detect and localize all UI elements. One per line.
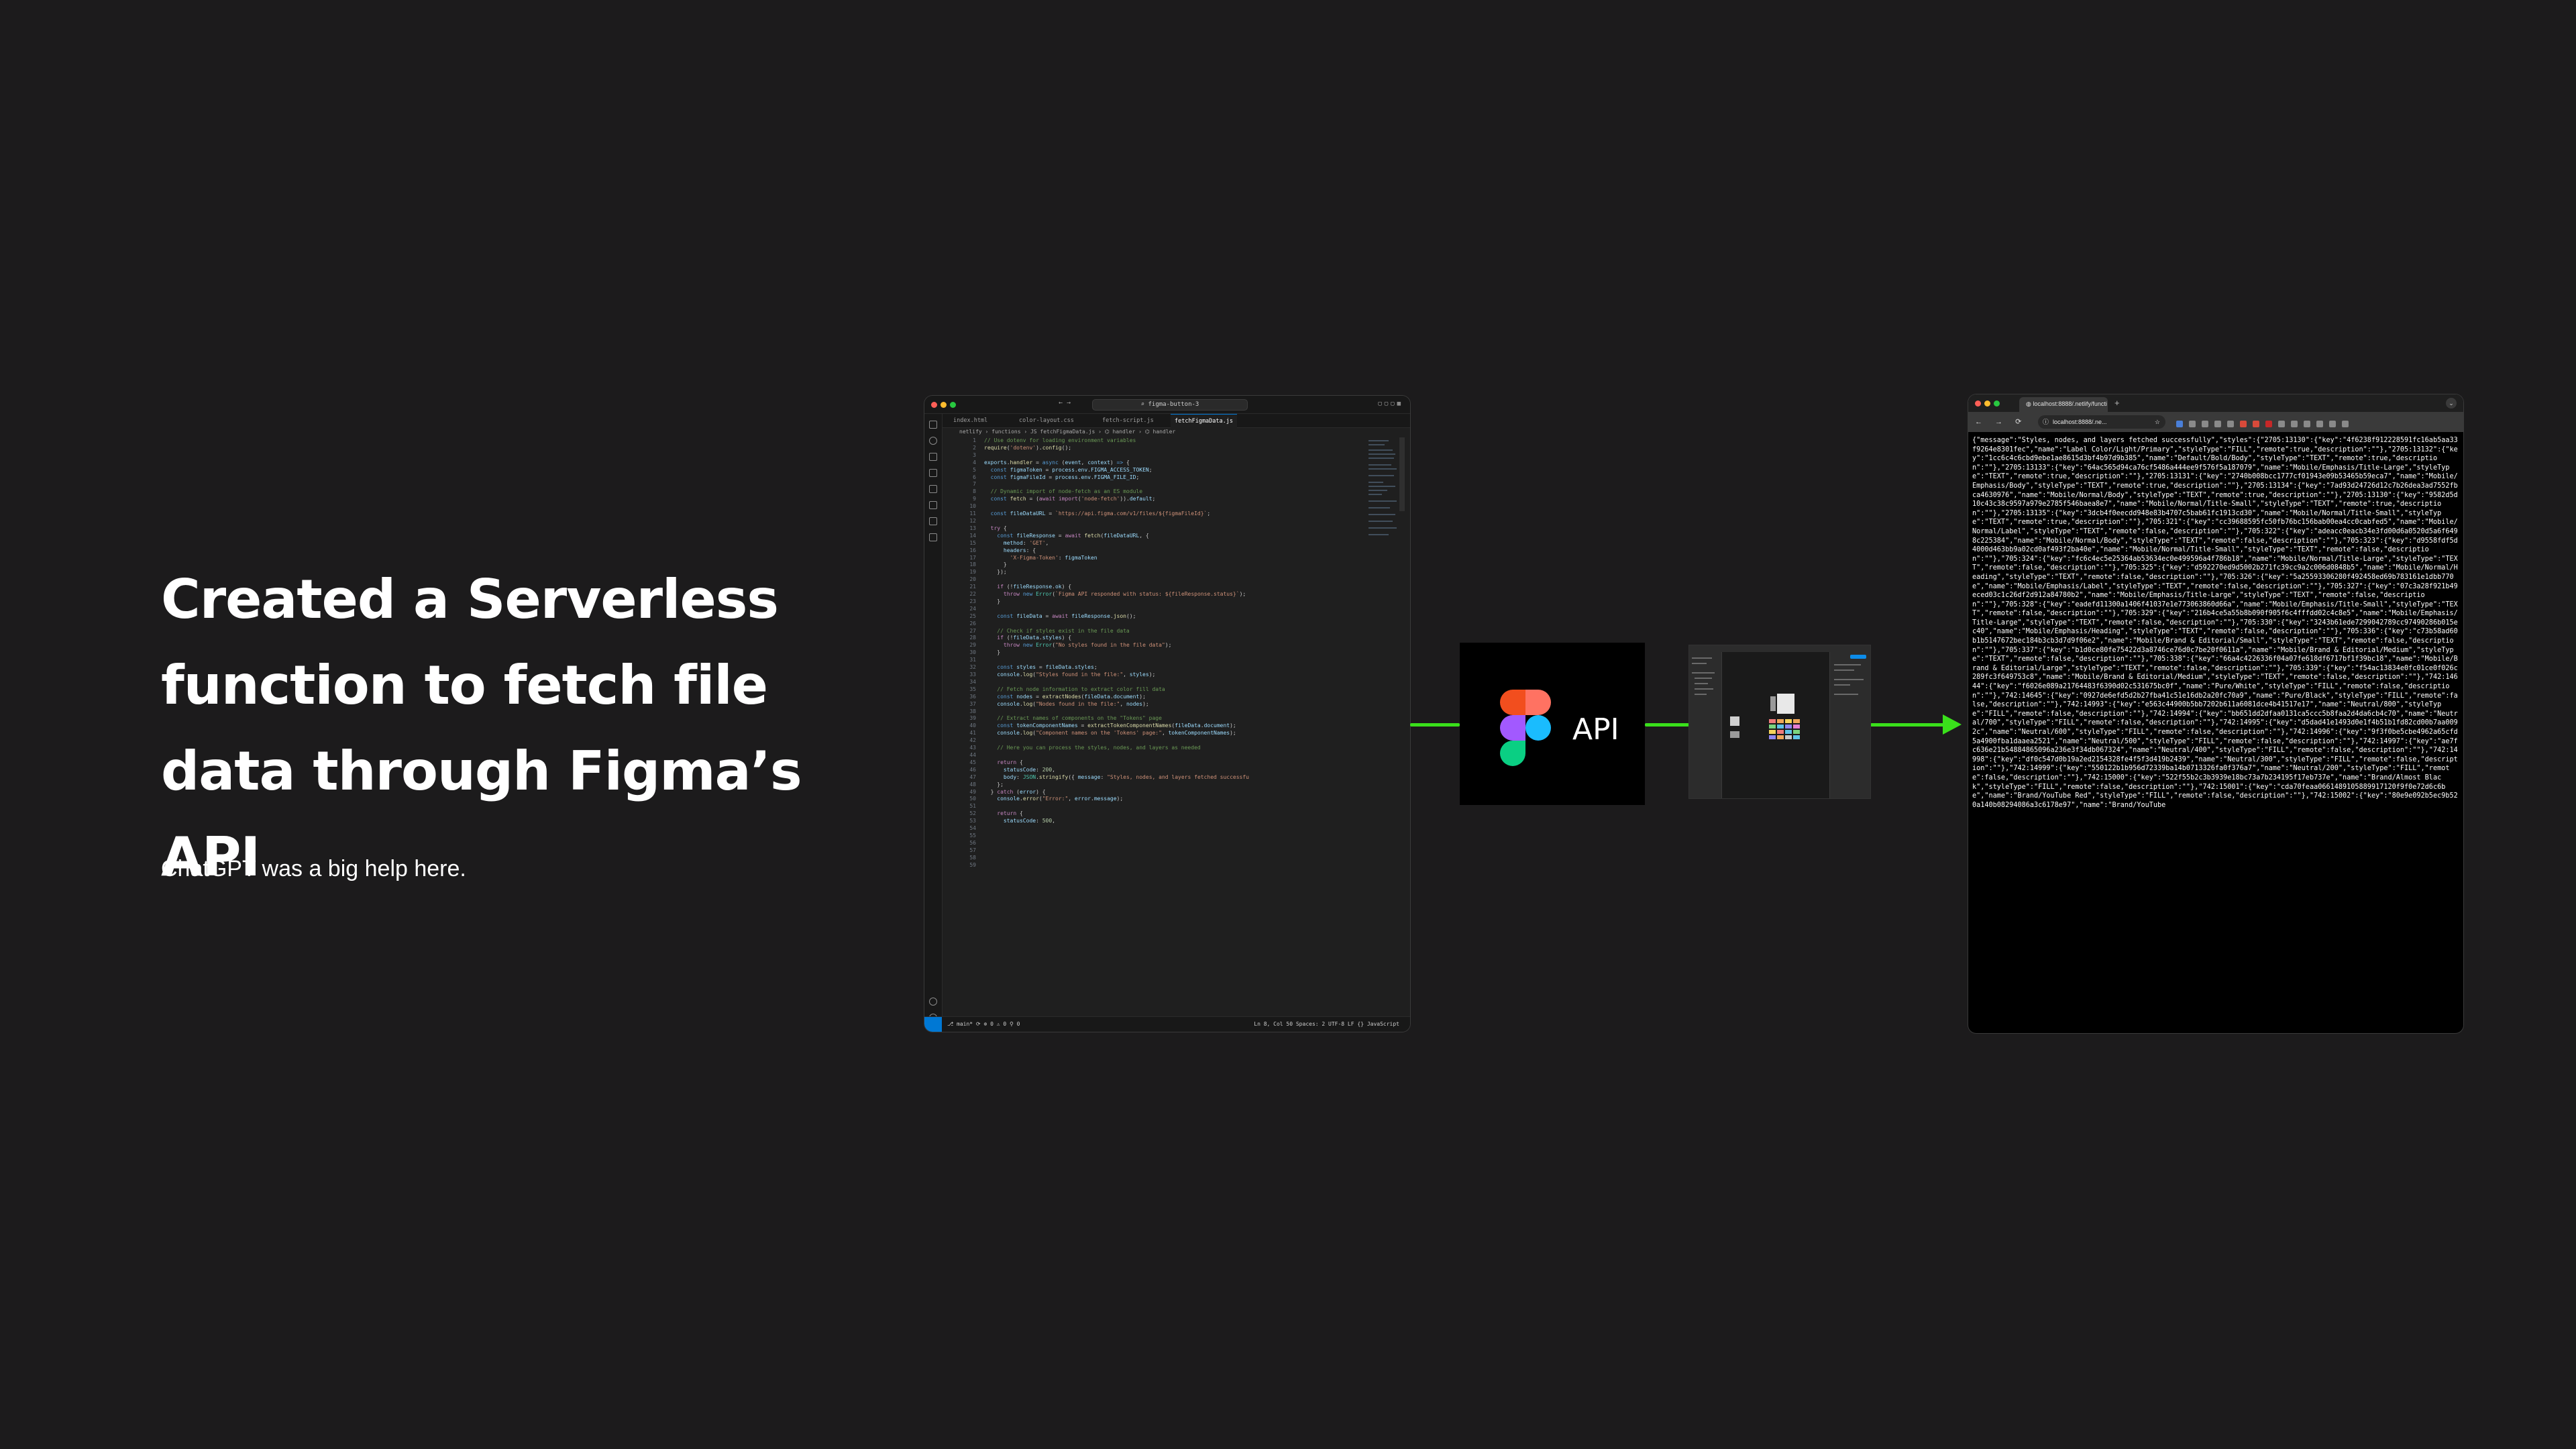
status-right: Ln 8, Col 50 Spaces: 2 UTF-8 LF {} JavaS…: [1254, 1021, 1399, 1027]
vscode-activity-bar: [924, 414, 943, 1022]
new-tab-icon: +: [2114, 398, 2120, 408]
connector-line-3: [1870, 723, 1944, 727]
account-icon: [929, 998, 937, 1006]
source-control-icon: [929, 453, 937, 461]
close-window-dot: [931, 402, 937, 408]
figma-canvas: [1722, 652, 1829, 798]
figma-file-thumbnail: [1689, 645, 1870, 798]
tab-color-layout-css: color-layout.css: [1019, 417, 1074, 424]
tab-fetch-script-js: fetch-script.js: [1102, 417, 1154, 424]
layout-toggle-icons: ▢▢▢▦: [1378, 400, 1403, 407]
vscode-status-bar: ⎇ main* ⟳ ⊗ 0 ⚠ 0 ⚲ 0 Ln 8, Col 50 Space…: [924, 1016, 1410, 1032]
browser-tab-title: localhost:8888/.netlify/functi: [2033, 400, 2107, 407]
json-response-view: {"message":"Styles, nodes, and layers fe…: [1972, 436, 2459, 1033]
run-debug-icon: [929, 469, 937, 477]
zoom-window-dot: [950, 402, 956, 408]
slide-subtitle: ChatGPT was a big help here.: [161, 856, 466, 881]
vscode-search-label: figma-button-3: [1148, 401, 1199, 408]
extension-icons: [2176, 419, 2355, 431]
chevron-down-icon: ⌄: [2446, 398, 2457, 409]
figma-properties-panel: [1829, 652, 1870, 798]
tab-index-html: index.html: [953, 417, 988, 424]
site-info-icon: ⓘ: [2043, 419, 2049, 425]
minimize-window-dot: [1984, 400, 1990, 407]
zoom-window-dot: [1994, 400, 2000, 407]
remote-explorer-icon: [929, 517, 937, 525]
globe-icon: ◍: [2026, 400, 2033, 407]
extensions-icon: [929, 485, 937, 493]
address-bar: ⓘ localhost:8888/.ne... ☆: [2038, 415, 2165, 429]
explorer-icon: [929, 421, 937, 429]
star-icon: ☆: [2154, 419, 2160, 425]
remote-indicator: [924, 1017, 942, 1032]
chat-icon: [929, 533, 937, 541]
vscode-minimap: [1366, 437, 1399, 545]
vscode-editor-tabs: index.html color-layout.css fetch-script…: [943, 414, 1410, 428]
json-response-text: {"message":"Styles, nodes, and layers fe…: [1972, 437, 2458, 809]
search-icon: [929, 437, 937, 445]
connector-line-1: [1410, 723, 1460, 727]
slide-title: Created a Serverless function to fetch f…: [161, 568, 802, 888]
vscode-command-search: ⌕ figma-button-3: [1092, 399, 1248, 411]
connector-line-2: [1645, 723, 1689, 727]
figma-layers-panel: [1689, 652, 1722, 798]
code-content: // Use dotenv for loading environment va…: [984, 437, 1249, 824]
testing-icon: [929, 501, 937, 509]
line-number-gutter: 1 2 3 4 5 6 7 8 9 10 11 12 13 14 15 16 1…: [969, 437, 976, 868]
nav-buttons-icon: ← → ⟳: [1975, 418, 2027, 426]
browser-toolbar: ← → ⟳ ⓘ localhost:8888/.ne... ☆: [1968, 412, 2463, 432]
figma-api-box: API: [1460, 643, 1645, 805]
arrow-right-icon: [1943, 714, 1962, 735]
vscode-titlebar: ← → ⌕ figma-button-3 ▢▢▢▦: [924, 396, 1410, 414]
figma-logo-icon: [1500, 690, 1551, 766]
vscode-window-screenshot: ← → ⌕ figma-button-3 ▢▢▢▦ index.html col…: [924, 396, 1410, 1032]
vscode-breadcrumb: netlify › functions › JS fetchFigmaData.…: [959, 429, 1176, 435]
vscode-scrollbar: [1399, 437, 1405, 511]
api-label: API: [1572, 712, 1619, 747]
nav-arrows-icon: ← →: [1059, 399, 1071, 407]
browser-tab-strip: ◍ localhost:8888/.netlify/functi × + ⌄: [1968, 394, 2463, 421]
address-bar-url: localhost:8888/.ne...: [2053, 419, 2107, 425]
browser-tab: ◍ localhost:8888/.netlify/functi ×: [2019, 397, 2108, 421]
browser-window-screenshot: ◍ localhost:8888/.netlify/functi × + ⌄ ←…: [1968, 394, 2463, 1033]
figma-toolbar: [1689, 645, 1870, 652]
tab-fetch-figma-data-js: fetchFigmaData.js: [1171, 414, 1237, 428]
minimize-window-dot: [941, 402, 947, 408]
close-window-dot: [1975, 400, 1981, 407]
vscode-code-editor: 1 2 3 4 5 6 7 8 9 10 11 12 13 14 15 16 1…: [943, 437, 1365, 1017]
status-left: ⎇ main* ⟳ ⊗ 0 ⚠ 0 ⚲ 0: [947, 1021, 1020, 1027]
